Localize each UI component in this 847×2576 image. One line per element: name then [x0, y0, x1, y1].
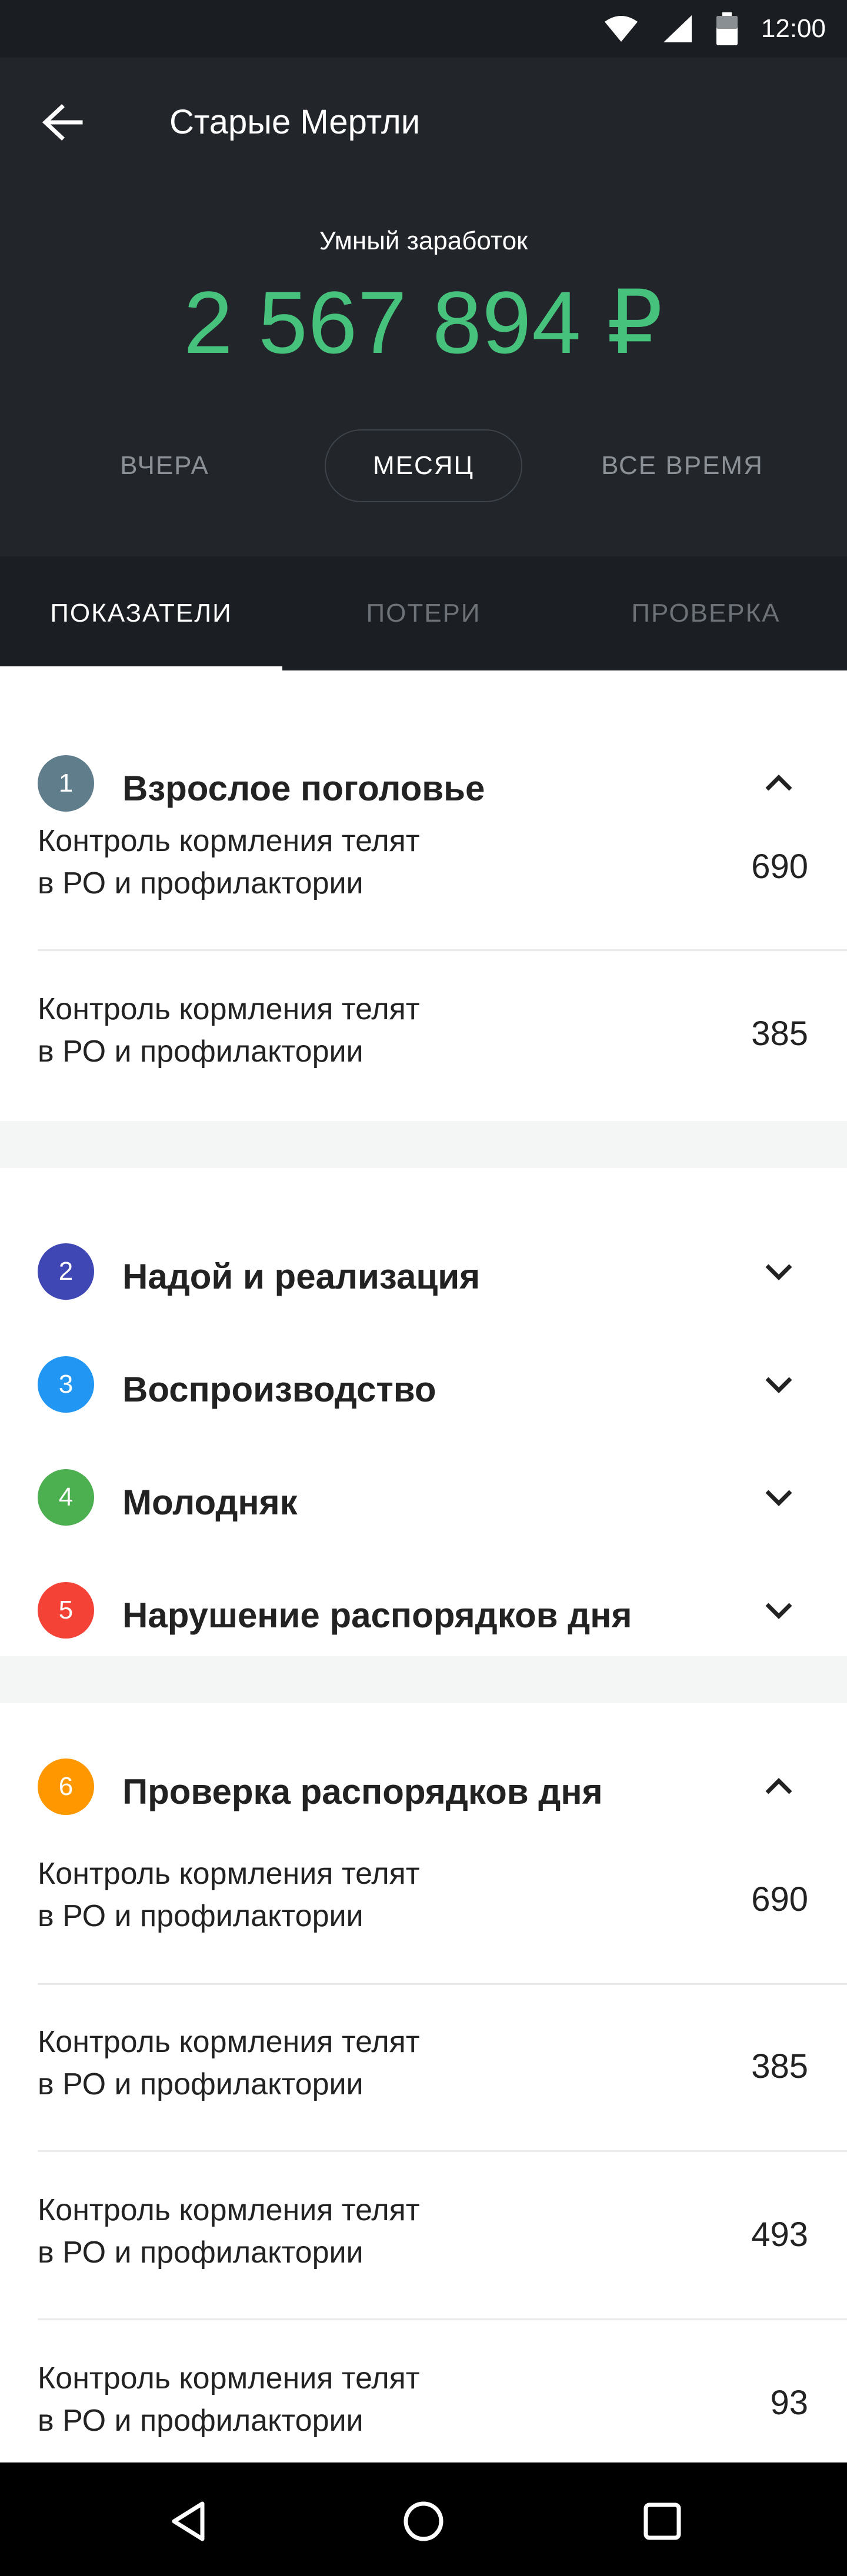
group-title: Надой и реализация	[122, 1257, 481, 1296]
divider	[38, 2318, 847, 2320]
period-yesterday[interactable]: ВЧЕРА	[82, 429, 247, 502]
wifi-icon	[604, 16, 638, 42]
period-month[interactable]: МЕСЯЦ	[325, 429, 522, 502]
system-nav-bar	[0, 2462, 847, 2576]
group-header-2[interactable]: 2 Надой и реализация	[0, 1242, 847, 1313]
home-circle-icon	[404, 2501, 443, 2541]
tab-losses[interactable]: ПОТЕРИ	[282, 556, 565, 670]
group-number-badge: 4	[38, 1469, 94, 1526]
row-label: Контроль кормления телят	[38, 2361, 420, 2395]
tab-check[interactable]: ПРОВЕРКА	[565, 556, 847, 670]
group-number-badge: 3	[38, 1356, 94, 1413]
arrow-back-icon	[42, 104, 83, 141]
group-title: Взрослое поголовье	[122, 769, 485, 808]
row-label: Контроль кормления телят	[38, 1857, 420, 1891]
group-header-1[interactable]: 1 Взрослое поголовье	[0, 754, 847, 825]
divider	[38, 2150, 847, 2152]
row-label: в РО и профилактории	[38, 866, 364, 900]
group-number-badge: 5	[38, 1582, 94, 1639]
back-button[interactable]	[35, 99, 88, 146]
nav-back-button[interactable]	[159, 2492, 218, 2551]
group-number-badge: 2	[38, 1243, 94, 1300]
row-value: 385	[751, 2047, 808, 2086]
group-card-1: 1 Взрослое поголовье Контроль кормления …	[0, 670, 847, 1121]
row-label: в РО и профилактории	[38, 2067, 364, 2101]
recents-square-icon	[643, 2502, 681, 2540]
chevron-down-icon	[765, 1377, 792, 1393]
row-label: в РО и профилактории	[38, 2235, 364, 2270]
group-header-3[interactable]: 3 Воспроизводство	[0, 1355, 847, 1426]
row-value: 385	[751, 1015, 808, 1053]
chevron-down-icon	[765, 1264, 792, 1280]
chevron-up-icon	[765, 1778, 792, 1794]
page-title: Старые Мертли	[169, 103, 421, 141]
tab-bar: ПОКАЗАТЕЛИ ПОТЕРИ ПРОВЕРКА	[0, 556, 847, 670]
group-title: Воспроизводство	[122, 1370, 436, 1409]
group-number-badge: 6	[38, 1759, 94, 1815]
row-label: Контроль кормления телят	[38, 2025, 420, 2059]
divider	[38, 1983, 847, 1985]
row-label: Контроль кормления телят	[38, 992, 420, 1026]
status-bar: 12:00	[0, 0, 847, 58]
group-title: Нарушение распорядков дня	[122, 1596, 632, 1635]
chevron-down-icon	[765, 1490, 792, 1506]
signal-icon	[663, 15, 692, 42]
row-label: Контроль кормления телят	[38, 2193, 420, 2227]
earnings-value: 2 567 894 ₽	[184, 273, 663, 372]
nav-home-button[interactable]	[394, 2492, 453, 2551]
row-value: 493	[751, 2215, 808, 2254]
row-value: 690	[751, 847, 808, 886]
group-header-5[interactable]: 5 Нарушение распорядков дня	[0, 1581, 847, 1651]
row-label: в РО и профилактории	[38, 1899, 364, 1933]
active-tab-indicator	[0, 666, 282, 670]
earnings-label: Умный заработок	[319, 226, 528, 255]
group-title: Молодняк	[122, 1483, 298, 1522]
back-triangle-icon	[172, 2501, 205, 2541]
battery-icon	[716, 12, 738, 45]
row-value: 690	[751, 1880, 808, 1918]
group-card-collapsed: 2 Надой и реализация 3 Воспроизводство 4…	[0, 1168, 847, 1656]
nav-recents-button[interactable]	[633, 2492, 692, 2551]
group-card-6: 6 Проверка распорядков дня Контроль корм…	[0, 1703, 847, 2468]
status-time: 12:00	[761, 14, 826, 43]
row-label: в РО и профилактории	[38, 1035, 364, 1069]
period-selector: ВЧЕРА МЕСЯЦ ВСЕ ВРЕМЯ	[0, 429, 847, 502]
period-all-time[interactable]: ВСЕ ВРЕМЯ	[588, 429, 776, 502]
row-value: 93	[770, 2384, 808, 2422]
group-title: Проверка распорядков дня	[122, 1772, 603, 1811]
chevron-down-icon	[765, 1603, 792, 1619]
group-header-4[interactable]: 4 Молодняк	[0, 1468, 847, 1539]
chevron-up-icon	[765, 775, 792, 791]
group-header-6[interactable]: 6 Проверка распорядков дня	[0, 1757, 847, 1828]
divider	[38, 949, 847, 951]
group-number-badge: 1	[38, 755, 94, 812]
row-label: в РО и профилактории	[38, 2404, 364, 2438]
row-label: Контроль кормления телят	[38, 824, 420, 858]
tab-indicators[interactable]: ПОКАЗАТЕЛИ	[0, 556, 282, 670]
